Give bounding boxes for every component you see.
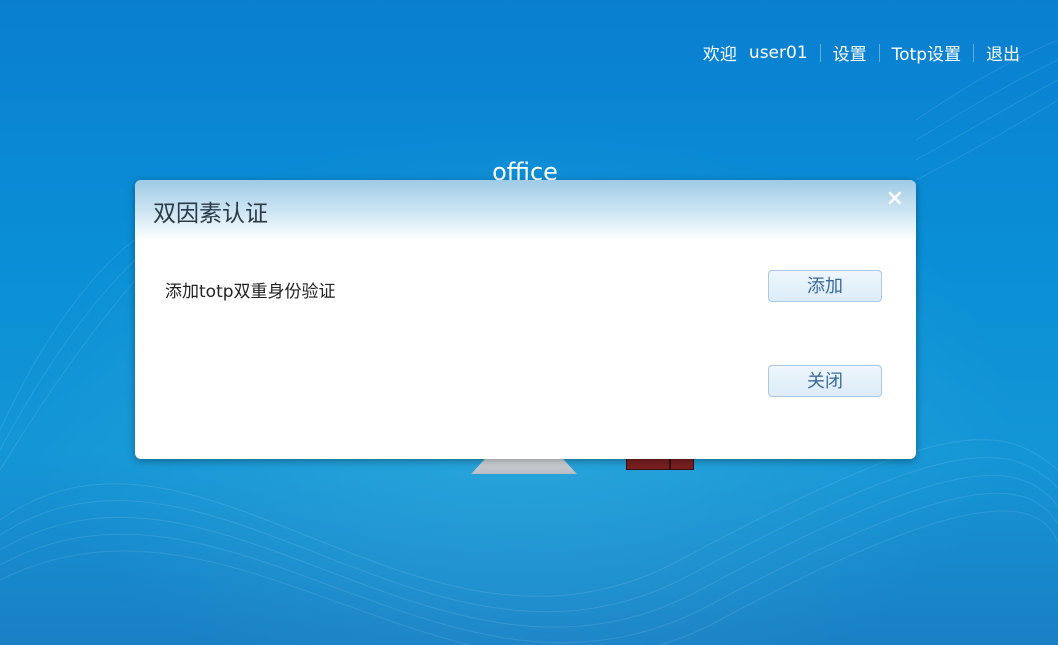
logout-link[interactable]: 退出: [986, 40, 1020, 65]
nav-divider: [819, 43, 821, 62]
desktop-background: 欢迎 user01 设置 Totp设置 退出 office 双因素认证 × 添加…: [0, 0, 1058, 645]
dialog-header: 双因素认证 ×: [135, 180, 916, 240]
settings-link[interactable]: 设置: [833, 40, 867, 65]
two-factor-auth-dialog: 双因素认证 × 添加totp双重身份验证 添加 关闭: [135, 180, 916, 459]
monitor-stand-graphic: [471, 458, 577, 474]
username-link[interactable]: user01: [749, 43, 808, 63]
close-icon[interactable]: ×: [886, 188, 904, 210]
dialog-title: 双因素认证: [153, 201, 268, 227]
nav-divider: [878, 43, 880, 62]
close-button[interactable]: 关闭: [768, 365, 882, 397]
welcome-text: 欢迎: [702, 45, 737, 65]
top-navigation: 欢迎 user01 设置 Totp设置 退出: [702, 40, 1020, 66]
add-totp-label: 添加totp双重身份验证: [165, 282, 336, 302]
totp-settings-link[interactable]: Totp设置: [892, 40, 961, 65]
nav-divider: [973, 43, 974, 62]
add-button[interactable]: 添加: [768, 270, 882, 302]
